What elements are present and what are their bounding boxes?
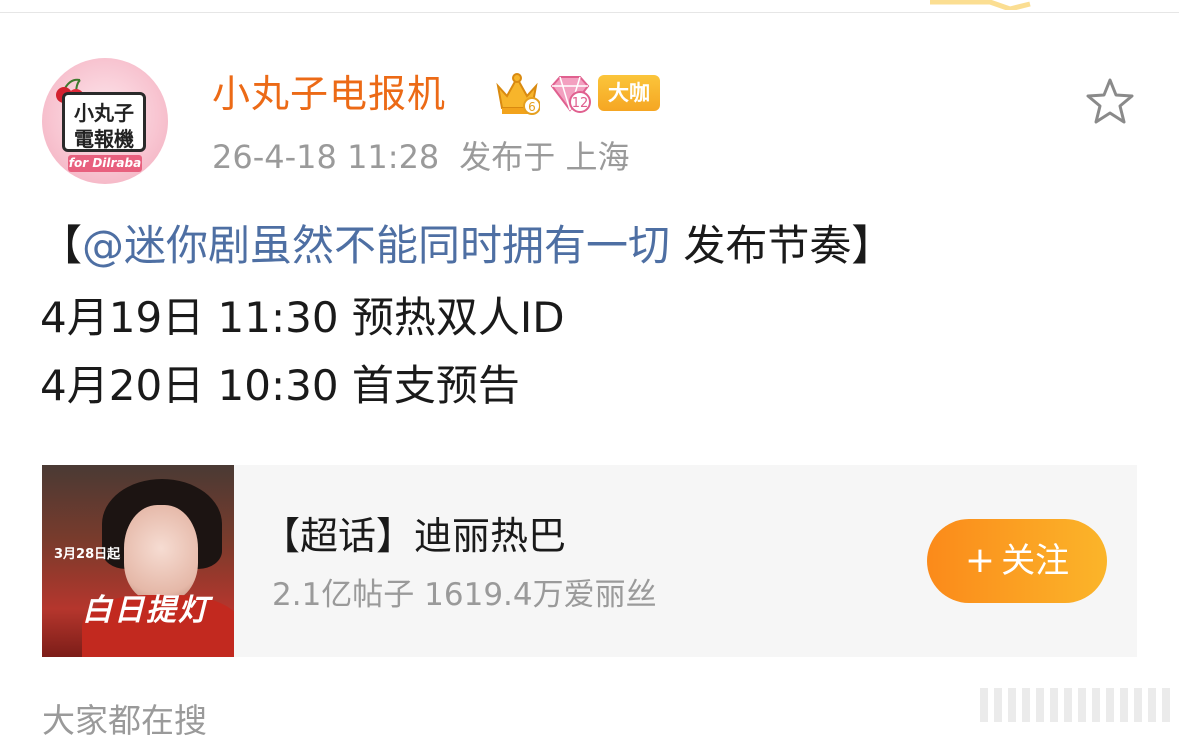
avatar-line1: 小丸子	[74, 101, 134, 125]
avatar[interactable]: 小丸子 電報機 for Dilraba	[42, 58, 168, 184]
topic-card[interactable]: 3月28日起 白日提灯 【超话】迪丽热巴 2.1亿帖子 1619.4万爱丽丝 +…	[42, 465, 1137, 657]
follow-button[interactable]: + 关注	[927, 519, 1107, 603]
star-icon[interactable]	[1084, 76, 1136, 126]
diamond-icon: 12	[550, 76, 591, 113]
post-meta: 26-4-18 11:28 发布于 上海	[212, 134, 629, 180]
username[interactable]: 小丸子电报机	[212, 66, 446, 122]
post-location: 发布于 上海	[459, 138, 630, 176]
thumb-title: 白日提灯	[82, 593, 210, 628]
top-divider	[0, 12, 1179, 13]
blurred-trend-strip	[980, 688, 1170, 722]
title-rest: 发布节奏】	[670, 221, 894, 270]
topic-stats: 2.1亿帖子 1619.4万爱丽丝	[272, 577, 657, 613]
top-decoration	[930, 0, 1031, 10]
topic-title[interactable]: 【超话】迪丽热巴	[262, 511, 566, 561]
crown-icon: 6	[496, 73, 540, 115]
follow-label: 关注	[1001, 541, 1070, 581]
bracket-open: 【	[40, 221, 83, 270]
thumb-date: 3月28日起	[54, 547, 121, 562]
avatar-tag: for Dilraba	[68, 155, 142, 172]
vip-badge: 大咖	[598, 75, 660, 111]
mention-link[interactable]: @迷你剧虽然不能同时拥有一切	[82, 221, 670, 270]
post-content-line3: 4月20日 10:30 首支预告	[40, 361, 520, 410]
post-date: 26-4-18 11:28	[212, 138, 440, 176]
avatar-line2: 電報機	[74, 127, 134, 151]
diamond-level: 12	[572, 96, 589, 111]
plus-icon: +	[964, 540, 996, 581]
crown-level: 6	[528, 100, 536, 114]
avatar-card: 小丸子 電報機	[62, 92, 146, 152]
topic-thumbnail: 3月28日起 白日提灯	[42, 465, 234, 657]
post-content-line1: 【@迷你剧虽然不能同时拥有一切 发布节奏】	[40, 216, 893, 276]
post-content-line2: 4月19日 11:30 预热双人ID	[40, 293, 565, 342]
search-section-label: 大家都在搜	[42, 701, 207, 740]
